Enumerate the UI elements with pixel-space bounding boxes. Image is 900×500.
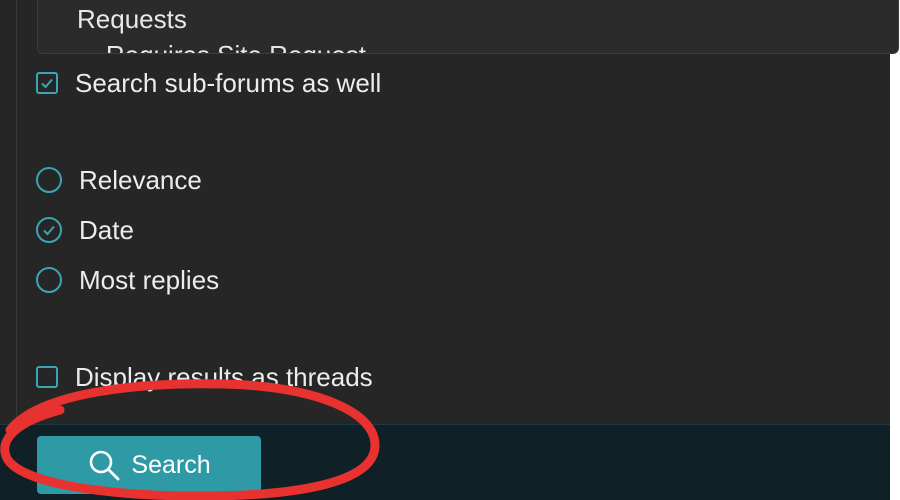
sort-date-option[interactable]: Date xyxy=(36,210,134,250)
relevance-radio[interactable] xyxy=(36,167,62,193)
panel-divider xyxy=(16,0,17,425)
date-radio[interactable] xyxy=(36,217,62,243)
threads-option[interactable]: Display results as threads xyxy=(36,357,373,397)
forum-select-list[interactable]: Requests - Requires Site Request xyxy=(37,0,899,54)
threads-checkbox[interactable] xyxy=(36,366,58,388)
forum-option-requests[interactable]: Requests xyxy=(77,4,187,35)
date-label: Date xyxy=(79,214,134,245)
magnifier-icon xyxy=(90,450,120,481)
search-button-label: Search xyxy=(131,450,211,479)
checkmark-icon xyxy=(41,78,53,89)
forum-option-requires-site-request[interactable]: - Requires Site Request xyxy=(90,40,366,53)
sort-relevance-option[interactable]: Relevance xyxy=(36,160,202,200)
search-form-panel: Requests - Requires Site Request Search … xyxy=(0,0,899,500)
most-replies-label: Most replies xyxy=(79,264,220,295)
most-replies-radio[interactable] xyxy=(36,267,62,293)
radio-check-icon xyxy=(43,225,55,236)
sort-most-replies-option[interactable]: Most replies xyxy=(36,260,219,300)
threads-label: Display results as threads xyxy=(75,361,373,392)
sub-forums-checkbox[interactable] xyxy=(36,72,58,94)
sub-forums-label: Search sub-forums as well xyxy=(75,67,382,98)
sub-forums-option[interactable]: Search sub-forums as well xyxy=(36,63,381,103)
relevance-label: Relevance xyxy=(79,164,202,195)
search-button[interactable]: Search xyxy=(37,436,261,494)
